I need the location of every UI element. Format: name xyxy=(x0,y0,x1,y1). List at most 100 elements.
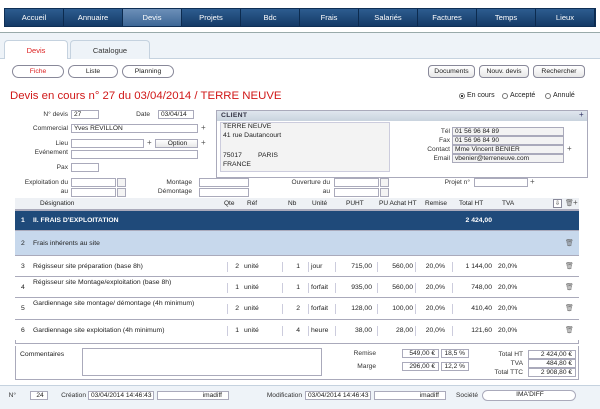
fax-field[interactable]: 01 56 96 84 90 xyxy=(452,136,564,145)
cell-puht[interactable]: 935,00 xyxy=(335,282,372,293)
status-en-cours-radio[interactable]: En cours xyxy=(459,92,495,99)
evenement-field[interactable] xyxy=(71,150,198,159)
cell-puht[interactable]: 715,00 xyxy=(335,261,372,272)
exploitation-end-time[interactable] xyxy=(117,188,126,197)
cell-unite[interactable]: heure xyxy=(308,325,328,336)
nav-item-projets[interactable]: Projets xyxy=(182,9,241,26)
delete-row-icon[interactable]: 🗑 xyxy=(565,262,574,270)
add-contact-icon[interactable]: + xyxy=(567,145,572,153)
montage-field[interactable] xyxy=(199,178,249,187)
status-annule-radio[interactable]: Annulé xyxy=(545,92,575,99)
societe-value[interactable]: IMA'DIFF xyxy=(482,390,576,401)
delete-row-icon[interactable]: 🗑 xyxy=(565,304,574,312)
tab-devis[interactable]: Devis xyxy=(4,40,68,60)
cell-remise[interactable]: 20,0% xyxy=(415,325,445,336)
cell-tva[interactable]: 20,0% xyxy=(498,283,522,293)
cell-ref[interactable]: unité xyxy=(244,326,259,336)
cell-nb[interactable]: 1 xyxy=(282,282,300,293)
table-row[interactable]: 5 Gardiennage site montage/ démontage (4h… xyxy=(15,297,579,319)
cell-nb[interactable]: 2 xyxy=(282,304,300,314)
cell-puachat[interactable]: 560,00 xyxy=(377,282,413,293)
commentaires-field[interactable] xyxy=(82,348,322,376)
nav-item-frais[interactable]: Frais xyxy=(300,9,359,26)
cell-unite[interactable]: jour xyxy=(308,261,322,272)
cell-puht[interactable]: 128,00 xyxy=(335,304,372,314)
ouverture-end-field[interactable] xyxy=(334,188,379,197)
ndevis-field[interactable]: 27 xyxy=(71,110,99,119)
cell-remise[interactable]: 20,0% xyxy=(415,261,445,272)
cell-qte[interactable]: 1 xyxy=(227,325,239,336)
cell-total[interactable]: 121,60 xyxy=(452,325,492,336)
new-devis-button[interactable]: Nouv. devis xyxy=(479,65,529,78)
cell-tva[interactable]: 20,0% xyxy=(498,262,522,272)
add-line-icon[interactable]: + xyxy=(573,199,578,207)
table-row[interactable]: 2 Frais inhérents au site 🗑 xyxy=(15,230,579,255)
table-row[interactable]: 4 Régisseur site Montage/exploitation (ba… xyxy=(15,276,579,297)
add-client-icon[interactable]: + xyxy=(579,111,584,119)
cell-tva[interactable]: 20,0% xyxy=(498,326,522,336)
table-row[interactable]: 3 Régisseur site préparation (base 8h) 2 un… xyxy=(15,255,579,276)
tab-catalogue[interactable]: Catalogue xyxy=(70,40,150,60)
cell-designation[interactable]: II. FRAIS D'EXPLOITATION xyxy=(33,216,223,225)
date-field[interactable]: 03/04/14 xyxy=(158,110,194,119)
contact-field[interactable]: Mme Vincent BENIER xyxy=(452,145,564,154)
ouverture-start-time[interactable] xyxy=(380,178,389,187)
cell-qte[interactable]: 1 xyxy=(227,282,239,293)
add-lieu-icon[interactable]: + xyxy=(147,139,152,147)
cell-total[interactable]: 410,40 xyxy=(452,304,492,314)
cell-total[interactable]: 1 144,00 xyxy=(452,261,492,272)
commercial-field[interactable]: Yves REVILLON xyxy=(71,124,198,133)
cell-nb[interactable]: 1 xyxy=(282,261,300,272)
nav-item-salaries[interactable]: Salariés xyxy=(359,9,418,26)
cell-puachat[interactable]: 28,00 xyxy=(377,325,413,336)
status-accepte-radio[interactable]: Accepté xyxy=(502,92,535,99)
cell-tva[interactable]: 20,0% xyxy=(498,304,522,314)
nav-item-devis[interactable]: Devis xyxy=(123,9,182,26)
cell-remise[interactable]: 20,0% xyxy=(415,282,445,293)
exploitation-start-time[interactable] xyxy=(117,178,126,187)
cell-total[interactable]: 2 424,00 xyxy=(452,216,492,226)
cell-qte[interactable]: 2 xyxy=(227,261,239,272)
cell-remise[interactable]: 20,0% xyxy=(415,304,445,314)
add-option-icon[interactable]: + xyxy=(201,139,206,147)
nav-item-annuaire[interactable]: Annuaire xyxy=(64,9,123,26)
nav-item-temps[interactable]: Temps xyxy=(477,9,536,26)
nav-item-accueil[interactable]: Accueil xyxy=(5,9,64,26)
delete-row-icon[interactable]: 🗑 xyxy=(565,239,574,247)
delete-row-icon[interactable]: 🗑 xyxy=(565,283,574,291)
add-projet-icon[interactable]: + xyxy=(530,178,535,186)
search-button[interactable]: Rechercher xyxy=(533,65,585,78)
nav-item-lieux[interactable]: Lieux xyxy=(536,9,595,26)
table-row[interactable]: 1 II. FRAIS D'EXPLOITATION 2 424,00 xyxy=(15,210,579,230)
cell-designation[interactable]: Frais inhérents au site xyxy=(33,239,223,248)
cell-designation[interactable]: Régisseur site préparation (base 8h) xyxy=(33,262,223,271)
add-commercial-icon[interactable]: + xyxy=(201,124,206,132)
nav-item-bdc[interactable]: Bdc xyxy=(241,9,300,26)
export-icon[interactable]: ⇩ xyxy=(553,199,562,208)
tel-field[interactable]: 01 56 96 84 89 xyxy=(452,127,564,136)
ouverture-end-time[interactable] xyxy=(380,188,389,197)
nav-item-factures[interactable]: Factures xyxy=(418,9,477,26)
cell-nb[interactable]: 4 xyxy=(282,325,300,336)
pax-field[interactable] xyxy=(71,163,99,172)
table-row[interactable]: 6 Gardiennage site exploitation (4h minim… xyxy=(15,319,579,340)
cell-puachat[interactable]: 560,00 xyxy=(377,261,413,272)
email-field[interactable]: vbenier@terreneuve.com xyxy=(452,154,564,163)
cell-ref[interactable]: unité xyxy=(244,304,259,314)
cell-qte[interactable]: 2 xyxy=(227,304,239,314)
delete-row-icon[interactable]: 🗑 xyxy=(565,326,574,334)
projet-field[interactable] xyxy=(474,178,528,187)
planning-button[interactable]: Planning xyxy=(122,65,174,78)
demontage-field[interactable] xyxy=(199,188,249,197)
cell-ref[interactable]: unité xyxy=(244,283,259,293)
cell-unite[interactable]: forfait xyxy=(308,304,328,314)
liste-button[interactable]: Liste xyxy=(68,65,118,78)
option-button[interactable]: Option xyxy=(155,139,198,148)
cell-puht[interactable]: 38,00 xyxy=(335,325,372,336)
cell-total[interactable]: 748,00 xyxy=(452,282,492,293)
cell-designation[interactable]: Régisseur site Montage/exploitation (bas… xyxy=(33,278,223,287)
fiche-button[interactable]: Fiche xyxy=(12,65,64,78)
documents-button[interactable]: Documents xyxy=(428,65,475,78)
ouverture-start-field[interactable] xyxy=(334,178,379,187)
cell-puachat[interactable]: 100,00 xyxy=(377,304,413,314)
